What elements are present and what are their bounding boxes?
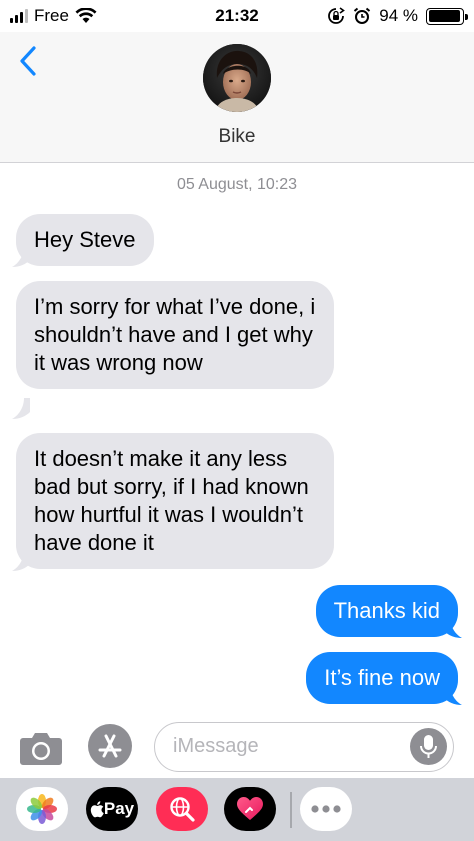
contact-avatar[interactable] xyxy=(203,44,271,112)
apple-pay-app-icon[interactable]: Pay xyxy=(86,787,138,831)
incoming-message-bubble[interactable]: It doesn’t make it any less bad but sorr… xyxy=(16,433,334,569)
app-store-glyph xyxy=(98,734,122,758)
microphone-icon[interactable] xyxy=(410,728,447,765)
message-timestamp: 05 August, 10:23 xyxy=(176,176,298,193)
photos-glyph xyxy=(27,794,57,824)
message-composer: iMessage xyxy=(0,716,474,778)
bubble-tail xyxy=(12,398,30,419)
web-images-app-icon[interactable] xyxy=(156,787,208,831)
message-text: It doesn’t make it any less bad but sorr… xyxy=(34,446,309,555)
drawer-divider xyxy=(290,792,292,828)
ellipsis-icon xyxy=(311,805,341,813)
message-input-placeholder: iMessage xyxy=(173,735,259,757)
bubble-tail xyxy=(444,617,462,638)
avatar-photo xyxy=(203,44,271,112)
microphone-glyph xyxy=(420,735,437,758)
globe-search-icon xyxy=(170,797,195,822)
incoming-message-bubble[interactable]: I’m sorry for what I’ve done, i shouldn’… xyxy=(16,281,334,389)
bubble-tail xyxy=(12,550,30,571)
chevron-left-icon[interactable] xyxy=(14,44,44,78)
camera-icon[interactable] xyxy=(20,728,62,766)
outgoing-message-bubble[interactable]: It’s fine now xyxy=(306,652,458,704)
bubble-tail xyxy=(444,684,462,705)
battery-icon xyxy=(426,7,468,25)
photos-app-icon[interactable] xyxy=(16,787,68,831)
message-text: Hey Steve xyxy=(34,227,136,252)
app-drawer: Pay xyxy=(0,778,474,841)
status-bar: Free 21:32 94 % xyxy=(0,0,474,32)
apple-pay-label: Pay xyxy=(103,799,135,818)
message-text: Thanks kid xyxy=(333,598,440,623)
digital-touch-app-icon[interactable] xyxy=(224,787,276,831)
battery-fill xyxy=(428,10,460,22)
battery-percent: 94 % xyxy=(379,6,418,25)
app-store-icon[interactable] xyxy=(88,724,132,768)
status-right: 94 % xyxy=(327,6,468,26)
apple-logo-icon xyxy=(90,800,104,817)
more-apps-icon[interactable] xyxy=(300,787,352,831)
outgoing-message-bubble[interactable]: Thanks kid xyxy=(315,585,458,637)
contact-name[interactable]: Bike xyxy=(0,126,474,148)
alarm-icon xyxy=(354,7,371,24)
bubble-tail xyxy=(12,246,30,267)
message-input[interactable]: iMessage xyxy=(154,722,454,772)
message-text: I’m sorry for what I’ve done, i shouldn’… xyxy=(34,294,316,375)
heart-icon xyxy=(237,797,263,820)
conversation-header: Bike xyxy=(0,32,474,163)
incoming-message-bubble[interactable]: Hey Steve xyxy=(16,214,154,266)
message-text: It’s fine now xyxy=(324,665,440,690)
orientation-lock-icon xyxy=(328,7,346,24)
